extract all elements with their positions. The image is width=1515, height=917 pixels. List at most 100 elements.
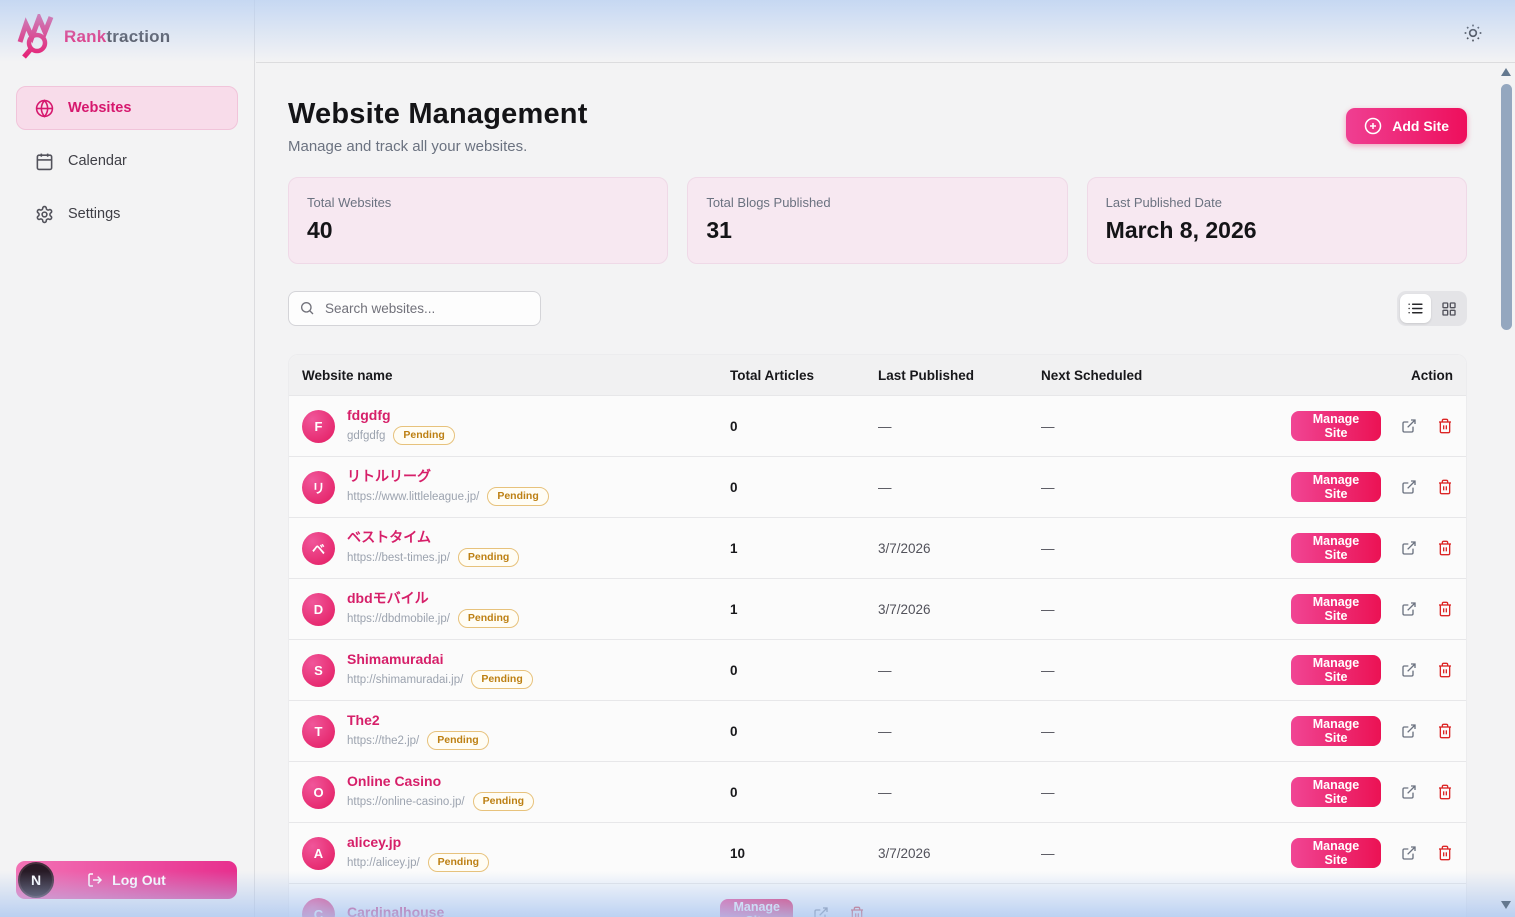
manage-site-button[interactable]: Manage Site (1291, 838, 1381, 868)
websites-table: Website name Total Articles Last Publish… (288, 354, 1467, 917)
page-subtitle: Manage and track all your websites. (288, 138, 588, 155)
site-name-link[interactable]: dbdモバイル (347, 590, 519, 606)
site-name-link[interactable]: Online Casino (347, 773, 534, 789)
trash-icon[interactable] (1437, 723, 1453, 740)
site-name-link[interactable]: alicey.jp (347, 834, 489, 850)
add-site-button[interactable]: Add Site (1346, 108, 1467, 144)
status-badge: Pending (393, 426, 454, 446)
scrollbar-thumb[interactable] (1501, 84, 1512, 330)
external-link-icon[interactable] (813, 906, 829, 917)
stat-value: March 8, 2026 (1106, 217, 1448, 244)
site-avatar: C (302, 898, 335, 917)
trash-icon[interactable] (1437, 662, 1453, 679)
table-row: A alicey.jp http://alicey.jp/ Pending 10… (289, 822, 1466, 883)
stat-card-total-websites: Total Websites 40 (288, 177, 668, 264)
next-scheduled-value: — (1041, 663, 1291, 678)
manage-site-button[interactable]: Manage Site (1291, 655, 1381, 685)
scrollbar-up-arrow[interactable] (1501, 68, 1511, 76)
site-url: https://the2.jp/ (347, 735, 419, 747)
next-scheduled-value: — (1041, 846, 1291, 861)
site-name-link[interactable]: Shimamuradai (347, 651, 533, 667)
external-link-icon[interactable] (1401, 723, 1417, 740)
site-url: http://alicey.jp/ (347, 857, 420, 869)
trash-icon[interactable] (1437, 784, 1453, 801)
manage-site-button[interactable]: Manage Site (720, 899, 793, 917)
sidebar-item-settings[interactable]: Settings (16, 192, 238, 236)
total-articles-value: 10 (730, 846, 878, 861)
stat-label: Total Websites (307, 195, 649, 210)
status-badge: Pending (471, 670, 532, 690)
trash-icon[interactable] (849, 906, 865, 917)
brand-logo-icon (16, 14, 60, 60)
website-name-cell: A alicey.jp http://alicey.jp/ Pending (289, 834, 730, 873)
site-name-link[interactable]: The2 (347, 712, 489, 728)
trash-icon[interactable] (1437, 479, 1453, 496)
total-articles-value: 0 (730, 419, 878, 434)
manage-site-button[interactable]: Manage Site (1291, 533, 1381, 563)
site-avatar: S (302, 654, 335, 687)
site-avatar: O (302, 776, 335, 809)
manage-site-button[interactable]: Manage Site (1291, 777, 1381, 807)
manage-site-button[interactable]: Manage Site (1291, 472, 1381, 502)
website-name-cell: S Shimamuradai http://shimamuradai.jp/ P… (289, 651, 730, 690)
action-cell: Manage Site (1291, 594, 1466, 624)
action-cell: Manage Site (1291, 655, 1466, 685)
trash-icon[interactable] (1437, 601, 1453, 618)
search-icon (299, 300, 315, 316)
add-site-label: Add Site (1392, 118, 1449, 134)
search-input[interactable] (288, 291, 541, 326)
website-name-cell: T The2 https://the2.jp/ Pending (289, 712, 730, 751)
external-link-icon[interactable] (1401, 479, 1417, 496)
table-row: O Online Casino https://online-casino.jp… (289, 761, 1466, 822)
table-row: リ リトルリーグ https://www.littleleague.jp/ Pe… (289, 456, 1466, 517)
stat-value: 31 (706, 217, 1048, 244)
site-name-link[interactable]: Cardinalhouse (347, 904, 444, 917)
website-name-cell: F fdgdfg gdfgdfg Pending (289, 407, 730, 446)
sidebar-item-label: Calendar (68, 153, 127, 169)
external-link-icon[interactable] (1401, 418, 1417, 435)
action-cell: Manage Site (1291, 411, 1466, 441)
manage-site-button[interactable]: Manage Site (1291, 594, 1381, 624)
table-body: F fdgdfg gdfgdfg Pending 0 — — Manage Si… (289, 395, 1466, 917)
table-row: S Shimamuradai http://shimamuradai.jp/ P… (289, 639, 1466, 700)
site-avatar: T (302, 715, 335, 748)
external-link-icon[interactable] (1401, 601, 1417, 618)
theme-toggle-sun-icon[interactable] (1463, 22, 1485, 44)
table-header: Website name Total Articles Last Publish… (289, 355, 1466, 395)
external-link-icon[interactable] (1401, 540, 1417, 557)
last-published-value: — (878, 724, 1041, 739)
page-header: Website Management Manage and track all … (288, 98, 588, 155)
manage-site-button[interactable]: Manage Site (1291, 716, 1381, 746)
external-link-icon[interactable] (1401, 784, 1417, 801)
site-url: https://dbdmobile.jp/ (347, 613, 450, 625)
sidebar-item-label: Settings (68, 206, 120, 222)
external-link-icon[interactable] (1401, 845, 1417, 862)
table-row: ベ ベストタイム https://best-times.jp/ Pending … (289, 517, 1466, 578)
website-name-cell: D dbdモバイル https://dbdmobile.jp/ Pending (289, 590, 730, 629)
column-header-next-scheduled: Next Scheduled (1041, 368, 1291, 383)
manage-site-button[interactable]: Manage Site (1291, 411, 1381, 441)
grid-view-button[interactable] (1433, 294, 1464, 323)
action-cell: Manage Site (1291, 472, 1466, 502)
site-name-link[interactable]: リトルリーグ (347, 468, 549, 484)
trash-icon[interactable] (1437, 540, 1453, 557)
last-published-value: 3/7/2026 (878, 541, 1041, 556)
logout-label: Log Out (112, 872, 166, 888)
site-name-link[interactable]: fdgdfg (347, 407, 455, 423)
sidebar-item-websites[interactable]: Websites (16, 86, 238, 130)
list-view-button[interactable] (1400, 294, 1431, 323)
avatar[interactable]: N (18, 862, 54, 898)
status-badge: Pending (458, 609, 519, 629)
site-url: https://best-times.jp/ (347, 552, 450, 564)
stat-card-last-published: Last Published Date March 8, 2026 (1087, 177, 1467, 264)
next-scheduled-value: — (1041, 480, 1291, 495)
external-link-icon[interactable] (1401, 662, 1417, 679)
scrollbar-down-arrow[interactable] (1501, 901, 1511, 909)
gear-icon (35, 205, 54, 224)
vertical-scrollbar[interactable] (1500, 64, 1513, 915)
sidebar-item-calendar[interactable]: Calendar (16, 139, 238, 183)
trash-icon[interactable] (1437, 845, 1453, 862)
site-name-link[interactable]: ベストタイム (347, 529, 519, 545)
stat-label: Last Published Date (1106, 195, 1448, 210)
trash-icon[interactable] (1437, 418, 1453, 435)
